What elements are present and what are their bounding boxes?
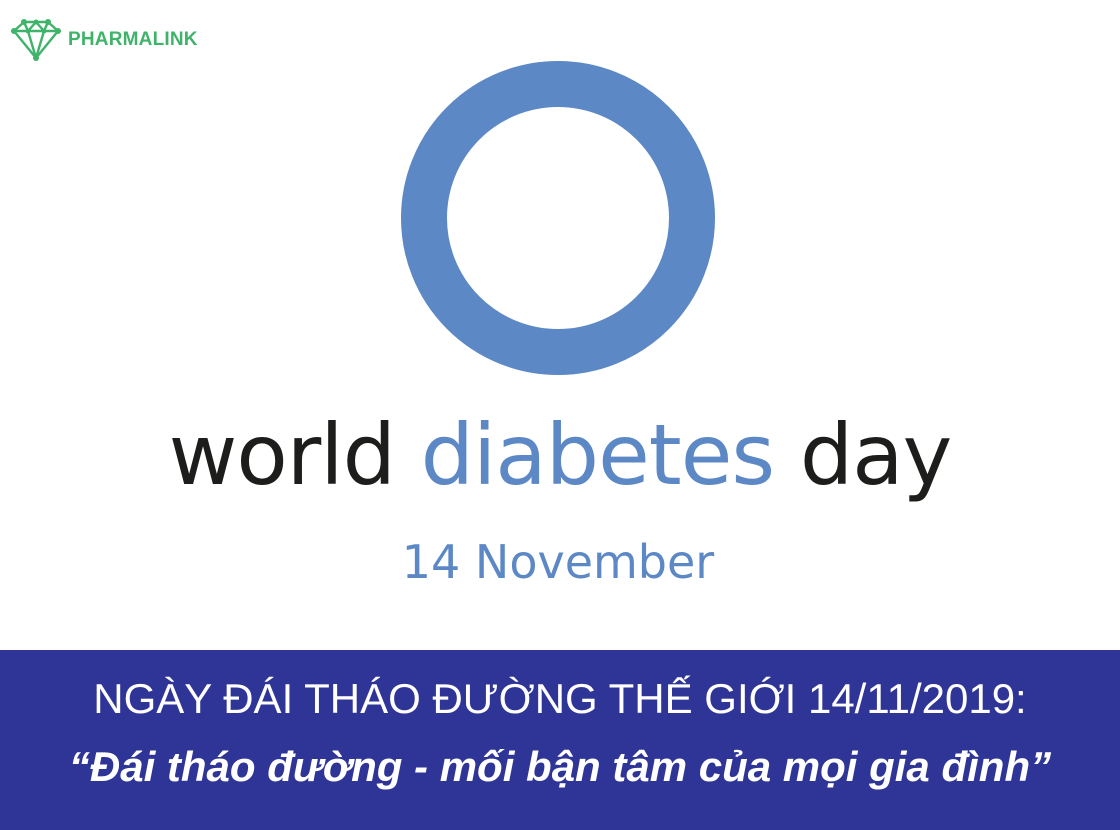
pharmalink-logo: PHARMALINK [8, 18, 198, 62]
title-word-day: day [799, 406, 953, 504]
banner-slogan: “Đái tháo đường - mối bận tâm của mọi gi… [68, 743, 1052, 790]
title-word-diabetes: diabetes [420, 406, 776, 504]
banner-headline: NGÀY ĐÁI THÁO ĐƯỜNG THẾ GIỚI 14/11/2019: [93, 675, 1027, 722]
caption-banner: NGÀY ĐÁI THÁO ĐƯỜNG THẾ GIỚI 14/11/2019:… [0, 650, 1120, 830]
diamond-network-icon [11, 19, 61, 61]
title-word-world: world [168, 406, 396, 504]
event-date: 14 November [401, 535, 715, 589]
page-title: world diabetes day [0, 400, 1120, 510]
brand-name: PHARMALINK [68, 29, 198, 50]
blue-circle-icon [401, 61, 715, 375]
